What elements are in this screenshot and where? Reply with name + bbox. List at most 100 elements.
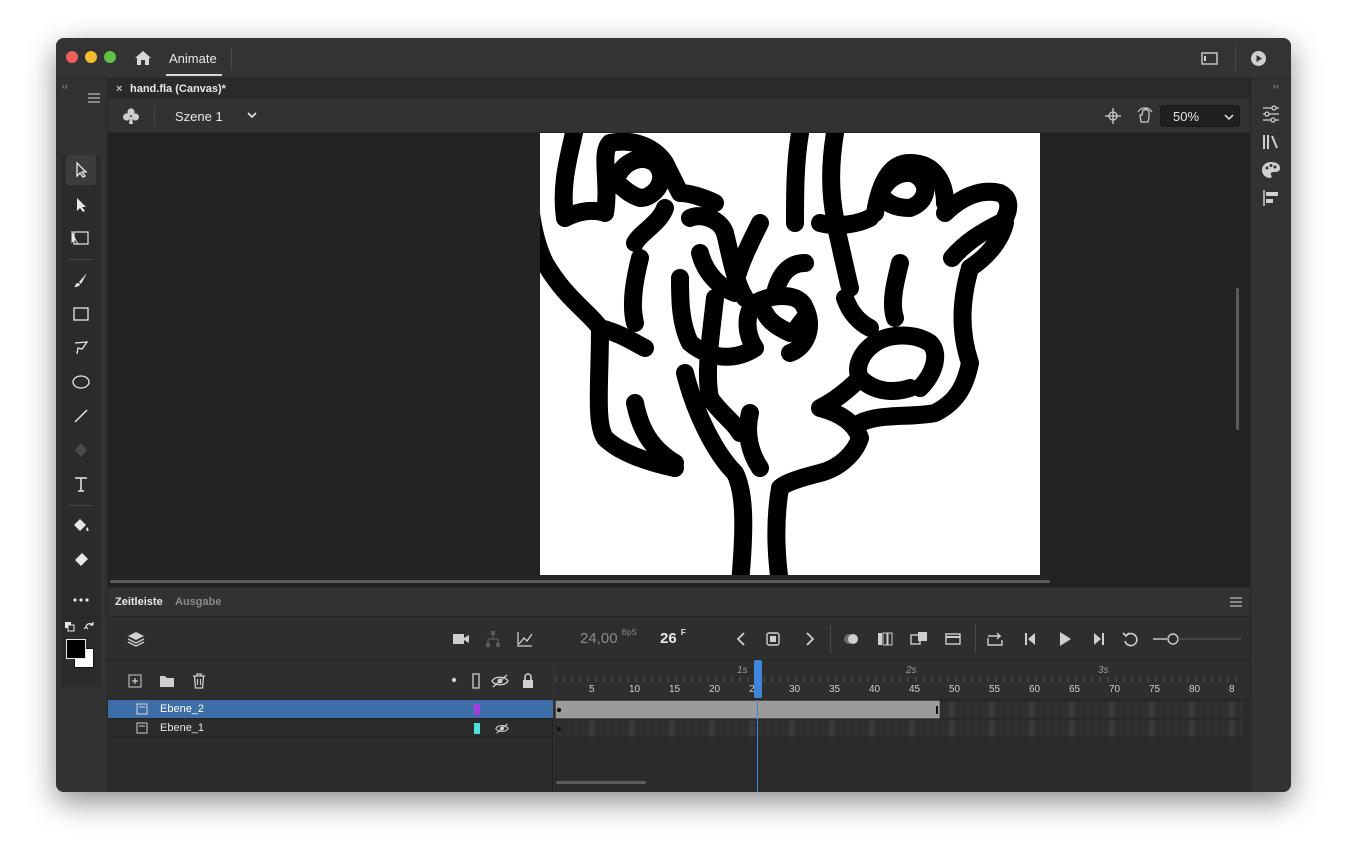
scene-name[interactable]: Szene 1 xyxy=(175,109,223,124)
timeline-horizontal-scrollbar[interactable] xyxy=(556,781,646,784)
frame-cell xyxy=(1171,719,1181,738)
zoom-dropdown[interactable]: 50% xyxy=(1160,105,1240,127)
eraser-icon xyxy=(75,553,88,566)
collapse-right-icon[interactable]: ‹‹ xyxy=(1273,81,1279,91)
frame-zoom-slider[interactable] xyxy=(1151,633,1243,645)
graph-easing-icon[interactable] xyxy=(516,630,534,648)
frame-cell xyxy=(1091,719,1101,738)
new-folder-icon[interactable] xyxy=(159,674,175,688)
selection-tool[interactable] xyxy=(66,155,96,185)
home-icon[interactable] xyxy=(134,49,152,67)
maximize-window-button[interactable] xyxy=(104,51,116,63)
collapse-left-icon[interactable]: ‹‹ xyxy=(62,81,68,91)
play-icon[interactable] xyxy=(1056,630,1074,648)
library-icon[interactable] xyxy=(1261,132,1281,152)
scene-clubs-icon[interactable] xyxy=(122,107,140,125)
frame-cell xyxy=(659,719,669,738)
text-tool[interactable] xyxy=(69,472,93,496)
timeline-menu-icon[interactable] xyxy=(1230,597,1242,607)
layer-name: Ebene_1 xyxy=(160,722,205,734)
playhead-handle[interactable] xyxy=(754,660,762,698)
close-tab-icon[interactable]: × xyxy=(116,79,122,99)
frame-rate[interactable]: 24,00 BpS xyxy=(580,628,637,647)
step-forward-icon[interactable] xyxy=(1089,630,1107,648)
loop-playback-icon[interactable] xyxy=(986,630,1004,648)
create-tween-icon[interactable] xyxy=(910,630,928,648)
frame-cell xyxy=(787,719,797,738)
more-tools-button[interactable] xyxy=(69,588,93,612)
layer-row-ebene-2[interactable]: Ebene_2 xyxy=(108,700,553,719)
stage-area[interactable] xyxy=(108,133,1250,575)
stroke-color-swatch[interactable] xyxy=(66,639,86,659)
layer-color-swatch[interactable] xyxy=(474,723,480,734)
new-layer-icon[interactable] xyxy=(128,674,142,688)
paint-brush-tool[interactable] xyxy=(69,268,93,292)
frame-cell xyxy=(1091,700,1101,719)
stage-vertical-scrollbar[interactable] xyxy=(1236,288,1239,430)
next-keyframe-icon[interactable] xyxy=(801,630,819,648)
hidden-eye-icon[interactable] xyxy=(495,723,509,734)
lock-icon[interactable] xyxy=(521,673,535,689)
align-icon[interactable] xyxy=(1261,188,1281,208)
layers-icon[interactable] xyxy=(127,630,145,648)
outline-toggle-icon[interactable] xyxy=(472,673,480,689)
highlight-dot-icon[interactable] xyxy=(451,677,457,683)
assets-palette-icon[interactable] xyxy=(1261,160,1281,180)
step-back-icon[interactable] xyxy=(1022,630,1040,648)
camera-icon[interactable] xyxy=(452,630,470,648)
frame-cell xyxy=(723,719,733,738)
stage-horizontal-scrollbar[interactable] xyxy=(110,580,1050,583)
toolbar-separator xyxy=(975,625,976,653)
lasso-tool[interactable] xyxy=(69,336,93,360)
canvas[interactable] xyxy=(540,133,1040,575)
previous-keyframe-icon[interactable] xyxy=(732,630,750,648)
frame-cell xyxy=(1171,700,1181,719)
free-transform-tool[interactable] xyxy=(69,226,93,250)
delete-layer-trash-icon[interactable] xyxy=(192,673,206,689)
frame-cell xyxy=(1147,700,1157,719)
line-tool[interactable] xyxy=(69,404,93,428)
insert-blank-keyframe-icon[interactable] xyxy=(944,630,962,648)
close-window-button[interactable] xyxy=(66,51,78,63)
current-frame[interactable]: 26 F xyxy=(660,628,686,647)
frame-cell xyxy=(1107,719,1117,738)
onion-skin-icon[interactable] xyxy=(842,630,860,648)
tab-timeline[interactable]: Zeitleiste xyxy=(115,596,163,608)
tab-output[interactable]: Ausgabe xyxy=(175,596,221,608)
ruler-number: 60 xyxy=(1029,684,1041,695)
default-colors-icon[interactable] xyxy=(65,622,75,632)
frame-cell xyxy=(827,700,837,719)
frame-grid[interactable] xyxy=(554,700,1250,792)
layer-row-ebene-1[interactable]: Ebene_1 xyxy=(108,719,553,738)
frame-cell xyxy=(875,719,885,738)
document-tab[interactable]: × hand.fla (Canvas)* xyxy=(108,79,236,99)
frame-ruler[interactable]: 510152025303540455055606570758081s2s3s xyxy=(554,660,1250,700)
frame-cell xyxy=(683,700,693,719)
edit-multiple-frames-icon[interactable] xyxy=(876,630,894,648)
insert-keyframe-icon[interactable] xyxy=(764,630,782,648)
frame-cell xyxy=(675,700,685,719)
loop-icon[interactable] xyxy=(1122,630,1140,648)
tools-menu-icon[interactable] xyxy=(88,93,100,103)
frame-cell xyxy=(771,700,781,719)
oval-tool[interactable] xyxy=(69,370,93,394)
paint-bucket-tool[interactable] xyxy=(69,514,93,538)
pen-tool[interactable] xyxy=(69,438,93,462)
swap-colors-icon[interactable] xyxy=(84,622,96,634)
test-movie-icon[interactable] xyxy=(1250,50,1267,67)
ruler-number: 65 xyxy=(1069,684,1081,695)
minimize-window-button[interactable] xyxy=(85,51,97,63)
scene-chevron-down-icon[interactable] xyxy=(246,109,258,121)
visibility-toggle-icon[interactable] xyxy=(491,674,509,688)
frame-cell xyxy=(1163,719,1173,738)
workspace-layout-icon[interactable] xyxy=(1201,50,1218,67)
stage-horizontal-scrollbar-track xyxy=(108,575,1250,587)
center-stage-icon[interactable] xyxy=(1104,107,1122,125)
eraser-tool[interactable] xyxy=(69,548,93,572)
ruler-number: 35 xyxy=(829,684,841,695)
subselection-tool[interactable] xyxy=(69,193,93,217)
rotate-stage-hand-icon[interactable] xyxy=(1136,107,1154,125)
layer-color-swatch[interactable] xyxy=(474,704,480,715)
properties-icon[interactable] xyxy=(1261,104,1281,124)
rectangle-tool[interactable] xyxy=(69,302,93,326)
